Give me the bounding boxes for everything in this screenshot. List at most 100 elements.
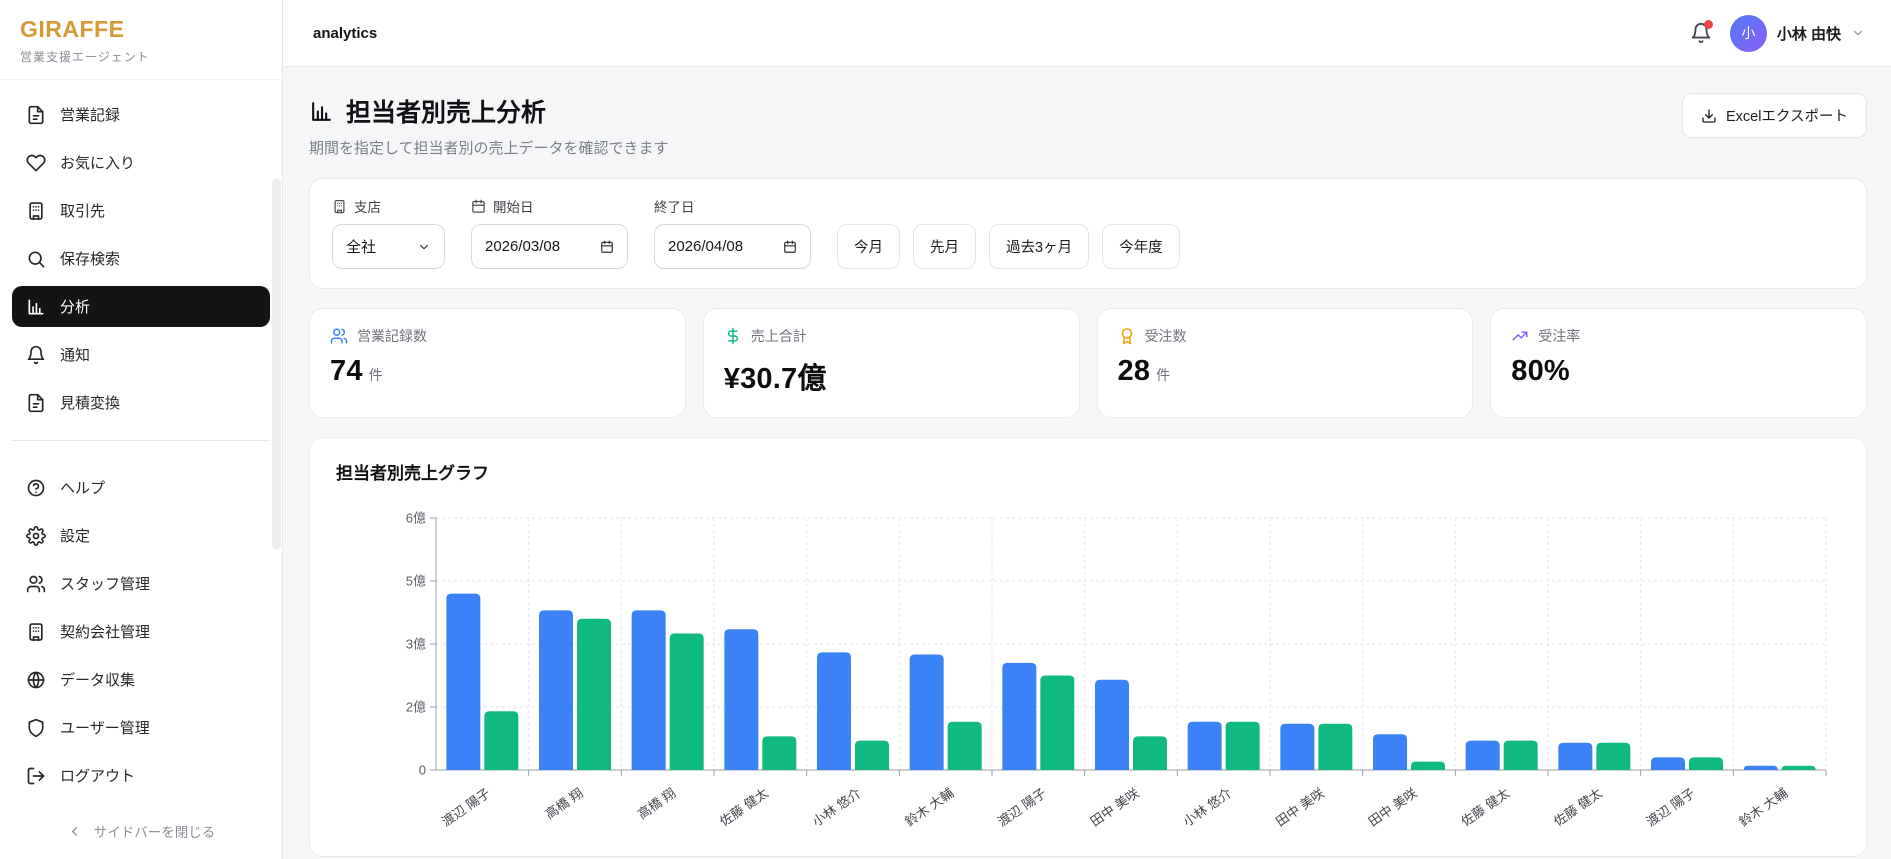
- stat-label: 営業記録数: [357, 328, 427, 344]
- svg-text:佐藤 健太: 佐藤 健太: [717, 785, 771, 829]
- globe-icon: [26, 670, 46, 690]
- topbar-title: analytics: [313, 24, 378, 42]
- stat-value: 80%: [1511, 355, 1570, 387]
- svg-text:鈴木 大輔: 鈴木 大輔: [1736, 785, 1790, 829]
- file-text-icon: [26, 393, 46, 413]
- svg-text:小林 悠介: 小林 悠介: [810, 785, 864, 829]
- bar-chart-icon: [309, 99, 334, 124]
- topbar: analytics 小 小林 由快: [283, 0, 1891, 67]
- sidebar-item-label: 通知: [60, 347, 91, 364]
- svg-text:高橋 翔: 高橋 翔: [542, 785, 586, 822]
- sidebar-item-label: データ収集: [60, 672, 136, 689]
- calendar-icon: [600, 240, 614, 254]
- user-menu[interactable]: 小 小林 由快: [1729, 14, 1865, 52]
- svg-text:2億: 2億: [406, 700, 426, 715]
- quick-range-buttons: 今月 先月 過去3ヶ月 今年度: [837, 224, 1180, 269]
- svg-text:小林 悠介: 小林 悠介: [1180, 785, 1234, 829]
- sidebar-item[interactable]: 分析: [12, 286, 270, 327]
- page-subtitle: 期間を指定して担当者別の売上データを確認できます: [309, 140, 669, 157]
- sidebar-item[interactable]: お気に入り: [12, 142, 270, 183]
- sidebar-item[interactable]: ユーザー管理: [12, 707, 270, 748]
- quick-range-button[interactable]: 先月: [913, 224, 976, 269]
- branch-select[interactable]: 全社: [332, 224, 445, 269]
- gear-icon: [26, 525, 46, 546]
- sidebar-nav-secondary: ヘルプ設定スタッフ管理 契約会社管理 データ収集ユーザー管理 ログアウト: [0, 453, 282, 803]
- log-out-icon: [26, 766, 46, 786]
- sidebar-nav-main: 営業記録お気に入り取引先保存検索分析通知見積変換: [0, 80, 282, 430]
- building-icon: [26, 201, 46, 221]
- sidebar-item[interactable]: 見積変換: [12, 382, 270, 423]
- bell-icon: [26, 345, 46, 365]
- branch-label: 支店: [332, 196, 445, 216]
- stat-value: ¥30.7億: [723, 363, 827, 395]
- stat-card: 営業記録数 74 件: [309, 308, 686, 418]
- stat-label: 売上合計: [750, 328, 807, 344]
- sales-bar-chart: 6億 5億 3億 2億 0 渡辺 陽子 高橋 翔高橋 翔佐藤 健太 小林 悠介 鈴木 大輔 渡辺 …: [336, 500, 1840, 857]
- stat-unit: 件: [368, 367, 383, 383]
- main-area: 担当者別売上分析 期間を指定して担当者別の売上データを確認できます Excelエ…: [283, 67, 1891, 859]
- sidebar-item[interactable]: 保存検索: [12, 238, 270, 279]
- calendar-icon: [471, 199, 486, 214]
- sidebar-item[interactable]: ログアウト: [12, 755, 270, 796]
- chart-title: 担当者別売上グラフ: [336, 464, 489, 483]
- svg-text:6億: 6億: [406, 511, 426, 526]
- sales-bar-chart-svg: 6億5億3億2億0渡辺 陽子 高橋 翔高橋 翔佐藤 健太 小林 悠介 鈴木 大輔 渡辺 …: [406, 511, 1827, 829]
- stat-value: 74 件: [330, 355, 383, 387]
- sidebar-item[interactable]: 設定: [12, 515, 270, 556]
- sidebar-item[interactable]: データ収集: [12, 659, 270, 700]
- sidebar-item[interactable]: 通知: [12, 334, 270, 375]
- stat-card: 売上合計 ¥30.7億: [702, 308, 1080, 418]
- sidebar-collapse-button[interactable]: サイドバーを閉じる: [0, 807, 282, 859]
- sidebar-item-label: ヘルプ: [60, 480, 106, 497]
- sidebar-item[interactable]: 取引先: [12, 190, 270, 231]
- sidebar-item[interactable]: 契約会社管理: [12, 611, 270, 652]
- sidebar-item[interactable]: スタッフ管理: [12, 563, 270, 604]
- svg-text:高橋 翔: 高橋 翔: [635, 785, 679, 822]
- building-icon: [332, 199, 347, 214]
- quick-range-button[interactable]: 過去3ヶ月: [989, 224, 1090, 269]
- trend-up-icon: [1511, 327, 1529, 345]
- sidebar-item-label: 見積変換: [60, 395, 121, 412]
- page-header: 担当者別売上分析 期間を指定して担当者別の売上データを確認できます Excelエ…: [309, 93, 1867, 158]
- start-date-label: 開始日: [471, 196, 628, 216]
- excel-export-button[interactable]: Excelエクスポート: [1681, 93, 1867, 138]
- svg-text:3億: 3億: [406, 637, 426, 652]
- calendar-icon: [783, 240, 797, 254]
- sidebar-scrollbar[interactable]: [272, 178, 281, 550]
- brand-block: GIRAFFE 営業支援エージェント: [0, 0, 282, 80]
- avatar: 小: [1729, 14, 1767, 52]
- svg-text:田中 美咲: 田中 美咲: [1273, 785, 1327, 829]
- end-date-input[interactable]: 2026/04/08: [654, 224, 811, 269]
- svg-text:渡辺 陽子: 渡辺 陽子: [439, 785, 493, 829]
- quick-range-button[interactable]: 今年度: [1102, 224, 1180, 269]
- notifications-button[interactable]: [1690, 20, 1713, 44]
- svg-text:佐藤 健太: 佐藤 健太: [1458, 785, 1512, 829]
- sidebar-divider: [12, 440, 270, 441]
- stats-row: 営業記録数 74 件 売上合計 ¥30.7億 受注数 28 件 受注率 80%: [309, 308, 1867, 418]
- sidebar: GIRAFFE 営業支援エージェント 営業記録お気に入り取引先保存検索分析通知見…: [0, 0, 283, 859]
- sidebar-item-label: お気に入り: [60, 155, 136, 172]
- search-icon: [26, 249, 46, 269]
- shield-icon: [26, 718, 46, 738]
- sidebar-item[interactable]: 営業記録: [12, 94, 270, 135]
- sidebar-item-label: 契約会社管理: [60, 624, 151, 641]
- bar-chart-icon: [26, 297, 46, 317]
- dollar-icon: [724, 327, 742, 345]
- chevron-left-icon: [67, 824, 82, 839]
- stat-label: 受注数: [1144, 328, 1187, 344]
- heart-icon: [26, 153, 46, 173]
- brand-tagline: 営業支援エージェント: [20, 50, 150, 64]
- sidebar-item-label: スタッフ管理: [60, 576, 151, 593]
- help-circle-icon: [26, 478, 46, 498]
- brand-logo: GIRAFFE: [20, 16, 125, 42]
- start-date-input[interactable]: 2026/03/08: [471, 224, 628, 269]
- chart-card: 担当者別売上グラフ 6億 5億 3億 2億 0 渡辺 陽子 高橋 翔高橋 翔佐藤 健太 小林 …: [309, 437, 1867, 857]
- content-column: analytics 小 小林 由快 担当者別売上分析 期間を指定して担当者別の売…: [283, 0, 1891, 859]
- sidebar-item[interactable]: ヘルプ: [12, 467, 270, 508]
- sidebar-item-label: 分析: [60, 299, 91, 316]
- quick-range-button[interactable]: 今月: [837, 224, 900, 269]
- stat-label: 受注率: [1538, 328, 1581, 344]
- svg-text:渡辺 陽子: 渡辺 陽子: [1644, 785, 1698, 829]
- svg-text:田中 美咲: 田中 美咲: [1366, 785, 1420, 829]
- sidebar-item-label: 設定: [60, 528, 91, 545]
